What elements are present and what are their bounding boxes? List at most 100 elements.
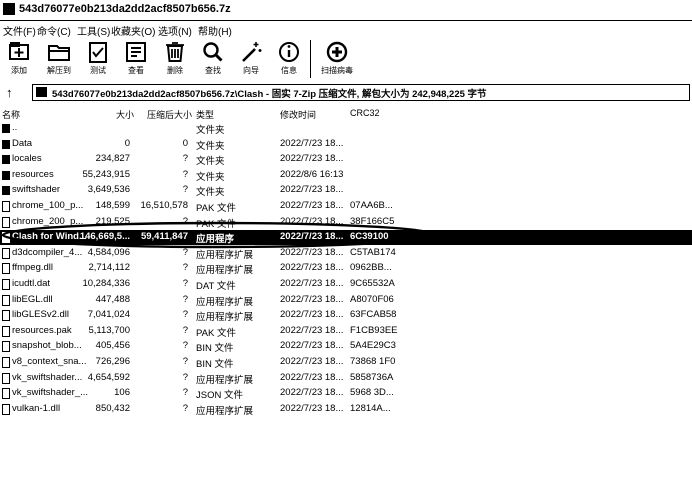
file-modified: 2022/7/23 18... [280, 184, 344, 196]
find-button[interactable]: 查找 [196, 38, 230, 82]
file-row[interactable]: libGLESv2.dll 7,041,024? 应用程序扩展 2022/7/23 1… [0, 308, 692, 323]
wizard-button[interactable]: 向导 [234, 38, 268, 82]
file-modified: 2022/7/23 18... [280, 153, 344, 165]
file-packed-size: ? [182, 387, 188, 399]
file-row[interactable]: Data 0 0 文件夹 2022/7/23 18... [0, 137, 692, 152]
file-name: resources [12, 168, 54, 180]
folder-icon [2, 139, 10, 149]
file-type: PAK 文件 [196, 218, 236, 230]
find-label: 查找 [205, 66, 221, 75]
file-packed-size: ? [182, 356, 188, 367]
column-type[interactable]: 类型 [196, 108, 214, 121]
file-row[interactable]: chrome_200_p... 219,525? PAK 文件 2022/7/23 1… [0, 215, 692, 230]
file-size: 447,488 [95, 293, 130, 305]
archive-app-icon [3, 3, 15, 15]
file-name: vk_swiftshader_... [12, 387, 89, 399]
file-modified: 2022/7/23 18... [280, 137, 344, 149]
scan-virus-label: 扫描病毒 [321, 66, 353, 75]
up-arrow-icon[interactable]: ↑ [6, 85, 13, 100]
file-icon [2, 310, 10, 322]
file-size: 146,669,5... [79, 231, 130, 243]
file-modified: 2022/7/23 18... [280, 324, 344, 336]
file-icon [2, 341, 10, 353]
file-icon [2, 279, 10, 290]
file-size: 4,584,096 [87, 246, 130, 258]
file-row[interactable]: vk_swiftshader... 4,654,592? 应用程序扩展 2022/7/… [0, 371, 692, 386]
file-row[interactable]: icudtl.dat 10,284,336? DAT 文件 2022/7/23 18.… [0, 277, 692, 292]
file-row[interactable]: libEGL.dll 447,488? 应用程序扩展 2022/7/23 18... A… [0, 293, 692, 308]
extract-button[interactable]: 解压到 [42, 38, 76, 82]
file-row[interactable]: resources 55,243,915? 文件夹 2022/8/6 16:13 [0, 168, 692, 183]
file-size: 5,113,700 [88, 324, 130, 336]
window-title: 543d76077e0b213da2dd2acf8507b656.7z [19, 3, 231, 15]
file-modified: 2022/7/23 18... [280, 215, 344, 227]
file-packed-size: ? [182, 168, 188, 180]
file-row[interactable]: snapshot_blob... 405,456? BIN 文件 2022/7/23 … [0, 339, 692, 354]
menu-tools[interactable]: 工具(S) [77, 23, 110, 38]
file-packed-size: 59,411,847 [140, 231, 188, 243]
column-size[interactable]: 大小 [116, 108, 134, 121]
column-crc[interactable]: CRC32 [350, 108, 380, 118]
file-name: Clash for Wind... [12, 231, 87, 243]
file-type: 文件夹 [196, 156, 225, 168]
file-crc: C5TAB174 [350, 246, 396, 258]
file-name: vulkan-1.dll [12, 402, 61, 414]
scan-virus-button[interactable]: 扫描病毒 [317, 38, 357, 82]
file-icon [2, 247, 10, 259]
view-button[interactable]: 查看 [119, 38, 153, 82]
file-row[interactable]: ffmpeg.dll 2,714,112? 应用程序扩展 2022/7/23 18..… [0, 261, 692, 276]
file-type: 应用程序 [196, 234, 235, 246]
file-row[interactable]: .. 文件夹 [0, 121, 692, 136]
file-name: Data [12, 137, 33, 149]
info-button[interactable]: 信息 [272, 38, 306, 82]
file-modified: 2022/8/6 16:13 [280, 168, 344, 180]
column-packed[interactable]: 压缩后大小 [147, 108, 192, 121]
file-modified: 2022/7/23 18... [280, 278, 344, 289]
file-row[interactable]: swiftshader 3,649,536? 文件夹 2022/7/23 18... [0, 183, 692, 198]
column-modified[interactable]: 修改时间 [280, 108, 316, 121]
file-row[interactable]: resources.pak 5,113,700? PAK 文件 2022/7/23 1… [0, 324, 692, 339]
delete-button[interactable]: 删除 [158, 38, 192, 82]
file-type: 应用程序扩展 [196, 265, 254, 277]
file-row[interactable]: d3dcompiler_4... 4,584,096? 应用程序扩展 2022/7/2… [0, 246, 692, 261]
file-row[interactable]: vulkan-1.dll 850,432? 应用程序扩展 2022/7/23 18..… [0, 402, 692, 417]
file-packed-size: ? [182, 324, 188, 336]
file-modified: 2022/7/23 18... [280, 200, 344, 211]
test-button[interactable]: 测试 [81, 38, 115, 82]
file-type: BIN 文件 [196, 343, 234, 355]
file-type: 文件夹 [196, 171, 225, 183]
file-type: 应用程序扩展 [196, 296, 254, 308]
file-crc: 6C39100 [350, 231, 389, 243]
file-icon [2, 403, 10, 415]
add-button[interactable]: 添加 [2, 38, 36, 82]
path-field[interactable]: 543d76077e0b213da2dd2acf8507b656.7z\Clas… [32, 84, 690, 101]
file-packed-size: ? [182, 246, 188, 258]
file-modified: 2022/7/23 18... [280, 387, 344, 399]
file-crc: 12814A... [350, 402, 391, 414]
file-packed-size: 16,510,578 [140, 200, 188, 211]
file-row[interactable]: Clash for Wind... 146,669,5... 59,411,847 应… [0, 230, 692, 246]
file-row[interactable]: vk_swiftshader_... 106? JSON 文件 2022/7/23 1… [0, 386, 692, 401]
file-modified: 2022/7/23 18... [280, 340, 344, 352]
menu-help[interactable]: 帮助(H) [198, 23, 232, 38]
file-modified: 2022/7/23 18... [280, 231, 344, 243]
menu-command[interactable]: 命令(C) [37, 23, 71, 38]
address-bar: ↑ 543d76077e0b213da2dd2acf8507b656.7z\Cl… [0, 83, 692, 103]
menu-favorites[interactable]: 收藏夹(O) [111, 23, 155, 38]
column-name[interactable]: 名称 [2, 108, 20, 121]
file-crc: 38F166C5 [350, 215, 395, 227]
column-headers: 名称 大小 压缩后大小 类型 修改时间 CRC32 [0, 106, 692, 120]
menu-bar: 文件(F) 命令(C) 工具(S) 收藏夹(O) 选项(N) 帮助(H) [0, 21, 692, 38]
menu-options[interactable]: 选项(N) [158, 23, 192, 38]
file-name: swiftshader [12, 184, 61, 196]
file-row[interactable]: locales 234,827? 文件夹 2022/7/23 18... [0, 152, 692, 167]
file-packed-size: ? [182, 340, 188, 352]
file-name: .. [12, 122, 18, 133]
file-packed-size: ? [182, 278, 188, 289]
file-packed-size: ? [182, 215, 188, 227]
menu-file[interactable]: 文件(F) [3, 23, 36, 38]
view-label: 查看 [128, 66, 144, 75]
file-row[interactable]: v8_context_sna... 726,296? BIN 文件 2022/7/23… [0, 355, 692, 370]
file-row[interactable]: chrome_100_p... 148,599 16,510,578 PAK 文件 20… [0, 199, 692, 214]
file-size: 10,284,336 [82, 278, 130, 289]
